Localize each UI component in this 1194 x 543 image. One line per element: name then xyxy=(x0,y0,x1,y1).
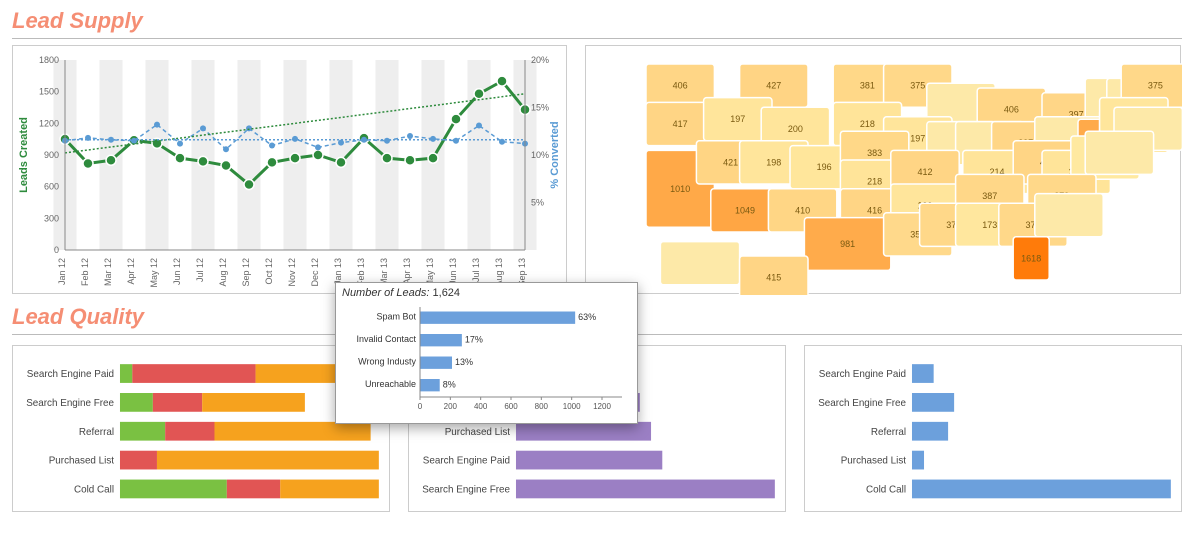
svg-text:Purchased List: Purchased List xyxy=(49,456,115,467)
divider xyxy=(12,38,1182,39)
svg-text:1800: 1800 xyxy=(39,55,59,65)
svg-text:1200: 1200 xyxy=(39,118,59,128)
svg-text:375: 375 xyxy=(910,81,925,91)
svg-text:387: 387 xyxy=(982,191,997,201)
svg-text:Leads Created: Leads Created xyxy=(18,117,30,193)
svg-text:Jul 13: Jul 13 xyxy=(471,258,481,282)
svg-text:17%: 17% xyxy=(465,335,483,345)
svg-text:800: 800 xyxy=(535,402,549,411)
svg-text:Apr 12: Apr 12 xyxy=(126,258,136,285)
chart-us-map[interactable]: 4064273813754063973754171972002181973979… xyxy=(586,46,1182,295)
svg-text:218: 218 xyxy=(867,177,882,187)
svg-text:1500: 1500 xyxy=(39,87,59,97)
section-title-supply: Lead Supply xyxy=(12,8,1182,34)
svg-text:200: 200 xyxy=(788,124,803,134)
svg-text:1010: 1010 xyxy=(670,184,690,194)
svg-text:Jan 12: Jan 12 xyxy=(57,258,67,285)
svg-text:13%: 13% xyxy=(455,357,473,367)
svg-text:981: 981 xyxy=(840,239,855,249)
svg-text:412: 412 xyxy=(917,167,932,177)
svg-text:0: 0 xyxy=(418,402,423,411)
svg-text:Jul 12: Jul 12 xyxy=(195,258,205,282)
svg-text:406: 406 xyxy=(1004,105,1019,115)
svg-text:20%: 20% xyxy=(531,55,549,65)
chart-quality-stacked[interactable]: Search Engine Paid Search Engine Free Refe… xyxy=(13,346,389,511)
svg-text:427: 427 xyxy=(766,81,781,91)
svg-text:400: 400 xyxy=(474,402,488,411)
svg-text:Apr 13: Apr 13 xyxy=(402,258,412,285)
svg-text:Feb 12: Feb 12 xyxy=(80,258,90,286)
svg-text:200: 200 xyxy=(444,402,458,411)
svg-text:1618: 1618 xyxy=(1021,253,1041,263)
svg-text:Purchased List: Purchased List xyxy=(445,427,511,438)
svg-text:% Converted: % Converted xyxy=(549,121,561,188)
svg-text:May 12: May 12 xyxy=(149,258,159,288)
svg-text:381: 381 xyxy=(860,81,875,91)
svg-text:Referral: Referral xyxy=(871,427,906,438)
panel-us-map: 4064273813754063973754171972002181973979… xyxy=(585,45,1181,294)
svg-text:196: 196 xyxy=(817,162,832,172)
svg-text:Referral: Referral xyxy=(79,427,114,438)
svg-text:Jun 12: Jun 12 xyxy=(172,258,182,285)
svg-text:Invalid Contact: Invalid Contact xyxy=(356,334,416,344)
svg-text:406: 406 xyxy=(673,81,688,91)
svg-text:421: 421 xyxy=(723,157,738,167)
svg-text:1200: 1200 xyxy=(593,402,611,411)
tooltip-title: Number of Leads: 1,624 xyxy=(342,287,631,299)
svg-text:416: 416 xyxy=(867,205,882,215)
svg-text:218: 218 xyxy=(860,119,875,129)
svg-text:Jan 13: Jan 13 xyxy=(333,258,343,285)
svg-text:Search Engine Free: Search Engine Free xyxy=(818,398,906,409)
svg-text:600: 600 xyxy=(44,182,59,192)
svg-text:10%: 10% xyxy=(531,150,549,160)
svg-text:173: 173 xyxy=(982,220,997,230)
svg-text:Cold Call: Cold Call xyxy=(74,485,114,496)
svg-text:Mar 12: Mar 12 xyxy=(103,258,113,286)
svg-text:410: 410 xyxy=(795,205,810,215)
tooltip-popup: Number of Leads: 1,624 Spam Bot 63% Invali… xyxy=(335,282,638,424)
chart-tooltip-bars: Spam Bot 63% Invalid Contact 17% Wrong Indus… xyxy=(342,299,632,419)
svg-text:Jun 13: Jun 13 xyxy=(448,258,458,285)
svg-text:Cold Call: Cold Call xyxy=(866,485,906,496)
supply-row: 0 300 600 900 1200 1500 1800 5% 10% 15% 20% Jan 12 F… xyxy=(12,45,1182,294)
svg-text:Spam Bot: Spam Bot xyxy=(376,311,416,321)
svg-text:198: 198 xyxy=(766,157,781,167)
svg-text:63%: 63% xyxy=(578,312,596,322)
svg-text:Search Engine Free: Search Engine Free xyxy=(26,398,114,409)
panel-leads-timeseries: 0 300 600 900 1200 1500 1800 5% 10% 15% 20% Jan 12 F… xyxy=(12,45,567,294)
svg-text:Nov 12: Nov 12 xyxy=(287,258,297,287)
svg-text:197: 197 xyxy=(910,133,925,143)
svg-text:Search Engine Paid: Search Engine Paid xyxy=(423,456,510,467)
svg-text:Aug 12: Aug 12 xyxy=(218,258,228,287)
chart-leads-timeseries[interactable]: 0 300 600 900 1200 1500 1800 5% 10% 15% 20% Jan 12 F… xyxy=(13,46,568,295)
svg-text:1049: 1049 xyxy=(735,205,755,215)
svg-text:Search Engine Paid: Search Engine Paid xyxy=(819,369,906,380)
svg-text:Oct 12: Oct 12 xyxy=(264,258,274,285)
svg-text:Dec 12: Dec 12 xyxy=(310,258,320,287)
svg-text:Wrong Industy: Wrong Industy xyxy=(358,356,416,366)
svg-text:Unreachable: Unreachable xyxy=(365,379,416,389)
svg-text:375: 375 xyxy=(1148,81,1163,91)
svg-text:15%: 15% xyxy=(531,103,549,113)
chart-quality-right[interactable]: Search Engine Paid Search Engine Free Refe… xyxy=(805,346,1181,511)
tooltip-value: 1,624 xyxy=(433,287,461,299)
svg-text:Search Engine Free: Search Engine Free xyxy=(422,485,510,496)
svg-text:Sep 12: Sep 12 xyxy=(241,258,251,287)
panel-quality-stacked: Search Engine Paid Search Engine Free Refe… xyxy=(12,345,390,512)
svg-text:300: 300 xyxy=(44,213,59,223)
tooltip-label: Number of Leads xyxy=(342,287,426,299)
svg-text:600: 600 xyxy=(504,402,518,411)
panel-quality-right: Search Engine Paid Search Engine Free Refe… xyxy=(804,345,1182,512)
svg-text:197: 197 xyxy=(730,114,745,124)
svg-text:Search Engine Paid: Search Engine Paid xyxy=(27,369,114,380)
svg-text:417: 417 xyxy=(673,119,688,129)
svg-text:0: 0 xyxy=(54,245,59,255)
svg-text:1000: 1000 xyxy=(563,402,581,411)
svg-text:Purchased List: Purchased List xyxy=(841,456,907,467)
svg-text:8%: 8% xyxy=(443,380,456,390)
svg-text:415: 415 xyxy=(766,273,781,283)
svg-text:5%: 5% xyxy=(531,198,544,208)
svg-text:900: 900 xyxy=(44,150,59,160)
svg-text:383: 383 xyxy=(867,148,882,158)
